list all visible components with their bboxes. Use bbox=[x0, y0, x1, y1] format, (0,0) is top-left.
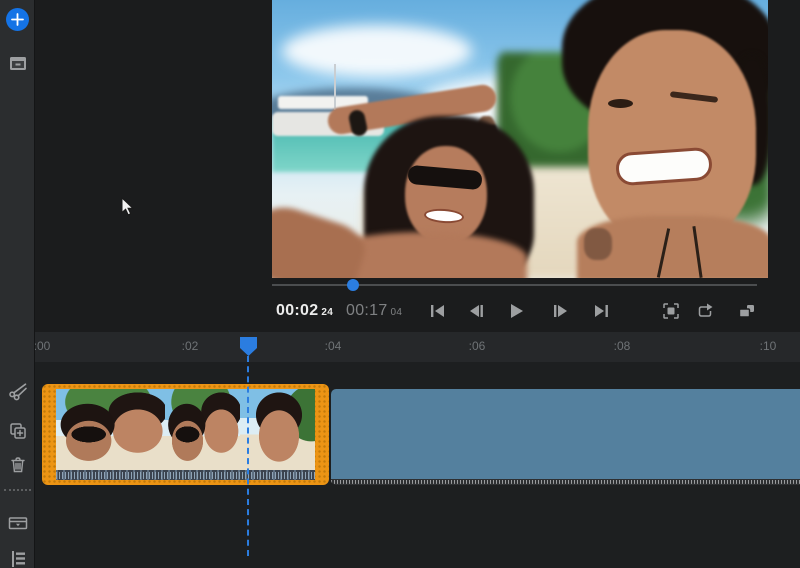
previous-frame-button[interactable] bbox=[463, 298, 489, 324]
play-button[interactable] bbox=[503, 298, 529, 324]
man-smile bbox=[615, 147, 713, 187]
duration-frames: 04 bbox=[391, 307, 403, 318]
clip-thumbnail bbox=[165, 389, 240, 470]
clip-thumbnail bbox=[56, 389, 165, 470]
ruler-tick: :08 bbox=[614, 339, 631, 353]
orientation-icon bbox=[737, 302, 757, 320]
woman-face bbox=[405, 146, 487, 244]
ruler-tick: :00 bbox=[34, 339, 51, 353]
cloud-icon bbox=[282, 25, 472, 77]
current-timecode: 00:0224 bbox=[276, 302, 333, 320]
toolbar-sidebar bbox=[0, 0, 35, 568]
media-browser-icon bbox=[8, 55, 28, 72]
man-face bbox=[588, 30, 756, 245]
transport-bar: 00:0224 00:1704 bbox=[0, 294, 800, 332]
audio-waveform bbox=[56, 470, 315, 480]
preview-scrubber[interactable] bbox=[272, 279, 757, 291]
clip-thumbnail bbox=[240, 389, 315, 470]
clip-thumbnails bbox=[56, 389, 315, 470]
current-frames: 24 bbox=[321, 307, 333, 318]
duration-time: 00:17 bbox=[346, 302, 388, 319]
share-button[interactable] bbox=[692, 298, 718, 324]
timeline-ruler[interactable]: :00 :02 :04 :06 :08 :10 bbox=[35, 332, 800, 362]
scissors-icon bbox=[8, 381, 28, 401]
timeline-track-area[interactable] bbox=[0, 362, 800, 568]
man-eye bbox=[608, 99, 633, 108]
delete-clip-button[interactable] bbox=[0, 450, 35, 480]
split-clip-button[interactable] bbox=[0, 376, 35, 406]
play-icon bbox=[507, 302, 525, 320]
skip-to-start-button[interactable] bbox=[424, 298, 450, 324]
fullscreen-icon bbox=[662, 302, 680, 320]
track-collapse-icon bbox=[7, 514, 29, 532]
ruler-tick: :02 bbox=[182, 339, 199, 353]
add-media-button[interactable] bbox=[0, 4, 35, 34]
man-tattoo bbox=[584, 228, 612, 260]
ruler-tick: :04 bbox=[325, 339, 342, 353]
current-time: 00:02 bbox=[276, 302, 318, 319]
share-icon bbox=[696, 302, 715, 320]
clip-content bbox=[56, 389, 315, 480]
duration-timecode: 00:1704 bbox=[346, 302, 402, 320]
ruler-tick: :06 bbox=[469, 339, 486, 353]
duplicate-icon bbox=[8, 421, 28, 441]
skip-to-start-icon bbox=[428, 303, 447, 319]
skip-to-end-button[interactable] bbox=[588, 298, 614, 324]
playhead-handle[interactable] bbox=[240, 337, 257, 356]
clip-thumbnail bbox=[449, 389, 567, 479]
clip-thumbnail bbox=[567, 389, 685, 479]
audio-waveform bbox=[331, 479, 800, 485]
duplicate-clip-button[interactable] bbox=[0, 416, 35, 446]
next-frame-button[interactable] bbox=[547, 298, 573, 324]
collapse-tracks-button[interactable] bbox=[0, 508, 35, 538]
orientation-button[interactable] bbox=[734, 298, 760, 324]
ruler-tick: :10 bbox=[760, 339, 777, 353]
clip-thumbnail bbox=[685, 389, 800, 479]
next-frame-icon bbox=[551, 303, 570, 319]
video-preview bbox=[272, 0, 768, 278]
cursor-arrow-icon bbox=[121, 197, 135, 217]
mouse-cursor bbox=[121, 197, 135, 222]
boat-mast bbox=[334, 64, 336, 110]
plus-icon bbox=[6, 8, 29, 31]
timeline-clip[interactable] bbox=[331, 389, 800, 485]
sidebar-divider bbox=[4, 489, 31, 491]
app-window: 00:0224 00:1704 bbox=[0, 0, 800, 568]
track-controls-icon bbox=[8, 549, 28, 568]
clip-thumbnail bbox=[331, 389, 449, 479]
previous-frame-icon bbox=[467, 303, 486, 319]
media-browser-button[interactable] bbox=[0, 48, 35, 78]
scrubber-track[interactable] bbox=[272, 284, 757, 286]
track-controls-button[interactable] bbox=[0, 544, 35, 568]
trash-icon bbox=[8, 455, 28, 475]
clip-thumbnails bbox=[331, 389, 800, 479]
skip-to-end-icon bbox=[592, 303, 611, 319]
scrubber-handle[interactable] bbox=[347, 279, 359, 291]
fullscreen-button[interactable] bbox=[658, 298, 684, 324]
playhead-line bbox=[247, 356, 249, 556]
timeline-clip-selected[interactable] bbox=[42, 384, 329, 485]
